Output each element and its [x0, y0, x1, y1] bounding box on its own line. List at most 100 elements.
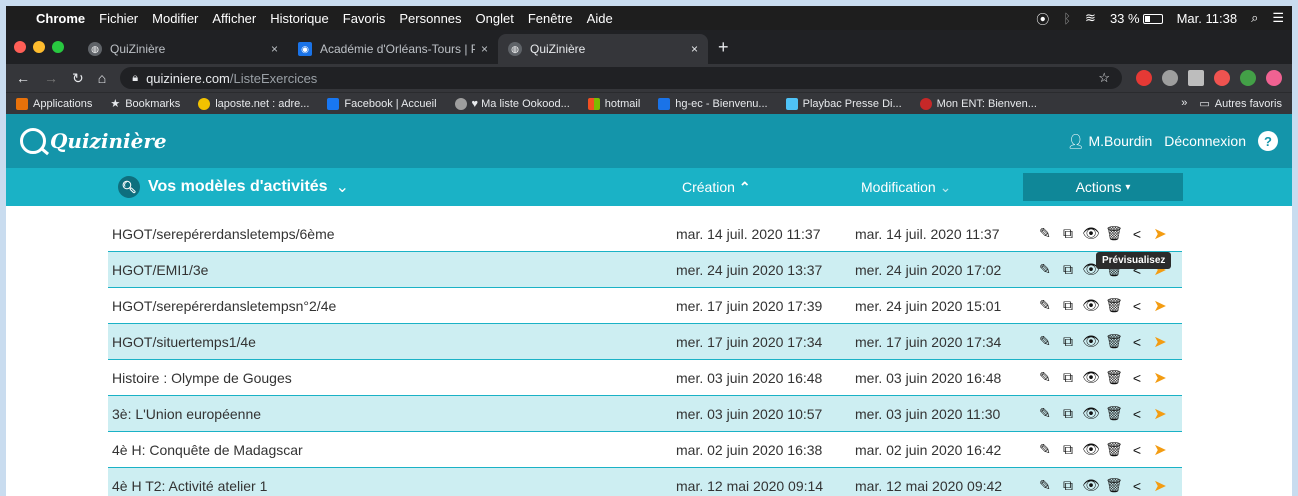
home-icon[interactable]: ⌂ — [98, 70, 106, 86]
user-link[interactable]: 👤︎ M.Bourdin — [1067, 133, 1152, 150]
delete-button[interactable]: 🗑︎ — [1105, 297, 1123, 313]
send-button[interactable]: ➤ — [1153, 226, 1167, 243]
bluetooth-icon[interactable]: ᛒ — [1063, 11, 1071, 26]
send-button[interactable]: ➤ — [1153, 406, 1167, 423]
delete-button[interactable]: 🗑︎ — [1105, 369, 1123, 385]
tab-quiziniere-1[interactable]: ◍ QuiZinière × — [78, 34, 288, 64]
menu-fenetre[interactable]: Fenêtre — [528, 11, 573, 26]
new-tab-button[interactable]: + — [718, 37, 729, 58]
activity-name[interactable]: Histoire : Olympe de Gouges — [112, 370, 292, 386]
edit-button[interactable]: ✎ — [1038, 333, 1052, 349]
menu-historique[interactable]: Historique — [270, 11, 329, 26]
wifi-icon[interactable]: ≋ — [1085, 10, 1096, 26]
bookmark-hgec[interactable]: hg-ec - Bienvenu... — [658, 97, 768, 110]
bookmark-bookmarks[interactable]: ★ Bookmarks — [110, 97, 180, 111]
edit-button[interactable]: ✎ — [1038, 297, 1052, 313]
activity-name[interactable]: 4è H: Conquête de Madagscar — [112, 442, 303, 458]
bookmark-hotmail[interactable]: hotmail — [587, 97, 640, 110]
quiziniere-logo[interactable]: Quizinière — [20, 128, 167, 154]
other-bookmarks-folder[interactable]: ▭ Autres favoris — [1199, 97, 1282, 111]
preview-button[interactable]: 👁︎ — [1082, 477, 1100, 493]
bookmark-applications[interactable]: Applications — [16, 97, 92, 110]
actions-dropdown[interactable]: Actions ▾ — [1023, 173, 1183, 201]
menu-chrome[interactable]: Chrome — [36, 11, 85, 26]
edit-button[interactable]: ✎ — [1038, 225, 1052, 241]
delete-button[interactable]: 🗑︎ — [1105, 405, 1123, 421]
extension-icon[interactable] — [1266, 70, 1282, 86]
extension-icon[interactable] — [1188, 70, 1204, 86]
menu-onglet[interactable]: Onglet — [476, 11, 514, 26]
menu-modifier[interactable]: Modifier — [152, 11, 198, 26]
table-row[interactable]: Histoire : Olympe de Gouges mer. 03 juin … — [108, 360, 1182, 396]
menu-aide[interactable]: Aide — [587, 11, 613, 26]
logout-link[interactable]: Déconnexion — [1164, 133, 1246, 149]
edit-button[interactable]: ✎ — [1038, 369, 1052, 385]
activity-name[interactable]: HGOT/serepérerdansletempsn°2/4e — [112, 298, 336, 314]
duplicate-button[interactable]: ⧉ — [1061, 477, 1075, 493]
spotlight-icon[interactable]: ⌕ — [1251, 10, 1258, 26]
preview-button[interactable]: 👁︎ — [1082, 405, 1100, 421]
bookmark-facebook[interactable]: Facebook | Accueil — [327, 97, 437, 110]
maximize-window-button[interactable] — [52, 41, 64, 53]
close-icon[interactable]: × — [691, 42, 698, 56]
bookmark-playbac[interactable]: Playbac Presse Di... — [785, 97, 902, 110]
send-button[interactable]: ➤ — [1153, 334, 1167, 351]
table-row[interactable]: 4è H T2: Activité atelier 1 mar. 12 mai 2… — [108, 468, 1182, 496]
reload-icon[interactable]: ↻ — [72, 70, 84, 87]
edit-button[interactable]: ✎ — [1038, 441, 1052, 457]
send-button[interactable]: ➤ — [1153, 442, 1167, 459]
extension-icon[interactable] — [1136, 70, 1152, 86]
delete-button[interactable]: 🗑︎ — [1105, 333, 1123, 349]
search-icon[interactable]: 🔍︎ — [118, 176, 140, 198]
extension-icon[interactable] — [1162, 70, 1178, 86]
preview-button[interactable]: 👁︎ — [1082, 369, 1100, 385]
duplicate-button[interactable]: ⧉ — [1061, 261, 1075, 277]
help-button[interactable]: ? — [1258, 131, 1278, 151]
minimize-window-button[interactable] — [33, 41, 45, 53]
preview-button[interactable]: 👁︎ — [1082, 297, 1100, 313]
duplicate-button[interactable]: ⧉ — [1061, 225, 1075, 241]
menu-fichier[interactable]: Fichier — [99, 11, 138, 26]
table-row[interactable]: 3è: L'Union européenne mer. 03 juin 2020 … — [108, 396, 1182, 432]
delete-button[interactable]: 🗑︎ — [1105, 477, 1123, 493]
bookmark-ookood[interactable]: ♥ Ma liste Ookood... — [454, 97, 570, 110]
share-button[interactable]: < — [1130, 406, 1144, 422]
duplicate-button[interactable]: ⧉ — [1061, 333, 1075, 349]
record-icon[interactable]: ⦿ — [1036, 9, 1049, 28]
chevron-down-icon[interactable]: ⌄ — [336, 177, 349, 197]
clock[interactable]: Mar. 11:38 — [1177, 11, 1237, 26]
edit-button[interactable]: ✎ — [1038, 405, 1052, 421]
menu-favoris[interactable]: Favoris — [343, 11, 386, 26]
table-row[interactable]: HGOT/situertemps1/4e mer. 17 juin 2020 17… — [108, 324, 1182, 360]
table-row[interactable]: HGOT/serepérerdansletemps/6ème mar. 14 ju… — [108, 216, 1182, 252]
bookmark-star-icon[interactable]: ☆ — [1098, 70, 1110, 86]
share-button[interactable]: < — [1130, 442, 1144, 458]
activity-name[interactable]: HGOT/EMI1/3e — [112, 262, 208, 278]
battery-status[interactable]: 33 % — [1110, 11, 1163, 26]
send-button[interactable]: ➤ — [1153, 370, 1167, 387]
menu-afficher[interactable]: Afficher — [212, 11, 256, 26]
notification-center-icon[interactable]: ☰ — [1272, 10, 1284, 26]
share-button[interactable]: < — [1130, 370, 1144, 386]
menu-personnes[interactable]: Personnes — [399, 11, 461, 26]
preview-button[interactable]: 👁︎ — [1082, 225, 1100, 241]
lock-icon[interactable]: 🔒︎ — [132, 72, 138, 85]
activity-name[interactable]: 3è: L'Union européenne — [112, 406, 261, 422]
delete-button[interactable]: 🗑︎ — [1105, 225, 1123, 241]
back-arrow-icon[interactable]: ← — [16, 70, 30, 86]
table-row[interactable]: HGOT/serepérerdansletempsn°2/4e mer. 17 j… — [108, 288, 1182, 324]
edit-button[interactable]: ✎ — [1038, 261, 1052, 277]
preview-button[interactable]: 👁︎ — [1082, 441, 1100, 457]
close-window-button[interactable] — [14, 41, 26, 53]
activity-name[interactable]: 4è H T2: Activité atelier 1 — [112, 478, 267, 494]
sort-modification[interactable]: Modification ⌄ — [861, 179, 951, 196]
table-title[interactable]: 🔍︎ Vos modèles d'activités ⌄ — [118, 176, 349, 198]
send-button[interactable]: ➤ — [1153, 478, 1167, 495]
address-bar[interactable]: 🔒︎ quiziniere.com /ListeExercices ☆ — [120, 67, 1122, 89]
bookmark-ent[interactable]: Mon ENT: Bienven... — [919, 97, 1037, 110]
tab-academie[interactable]: ◉ Académie d'Orléans-Tours | Po × — [288, 34, 498, 64]
activity-name[interactable]: HGOT/situertemps1/4e — [112, 334, 256, 350]
delete-button[interactable]: 🗑︎ — [1105, 441, 1123, 457]
bookmark-laposte[interactable]: laposte.net : adre... — [198, 97, 309, 110]
activity-name[interactable]: HGOT/serepérerdansletemps/6ème — [112, 226, 335, 242]
